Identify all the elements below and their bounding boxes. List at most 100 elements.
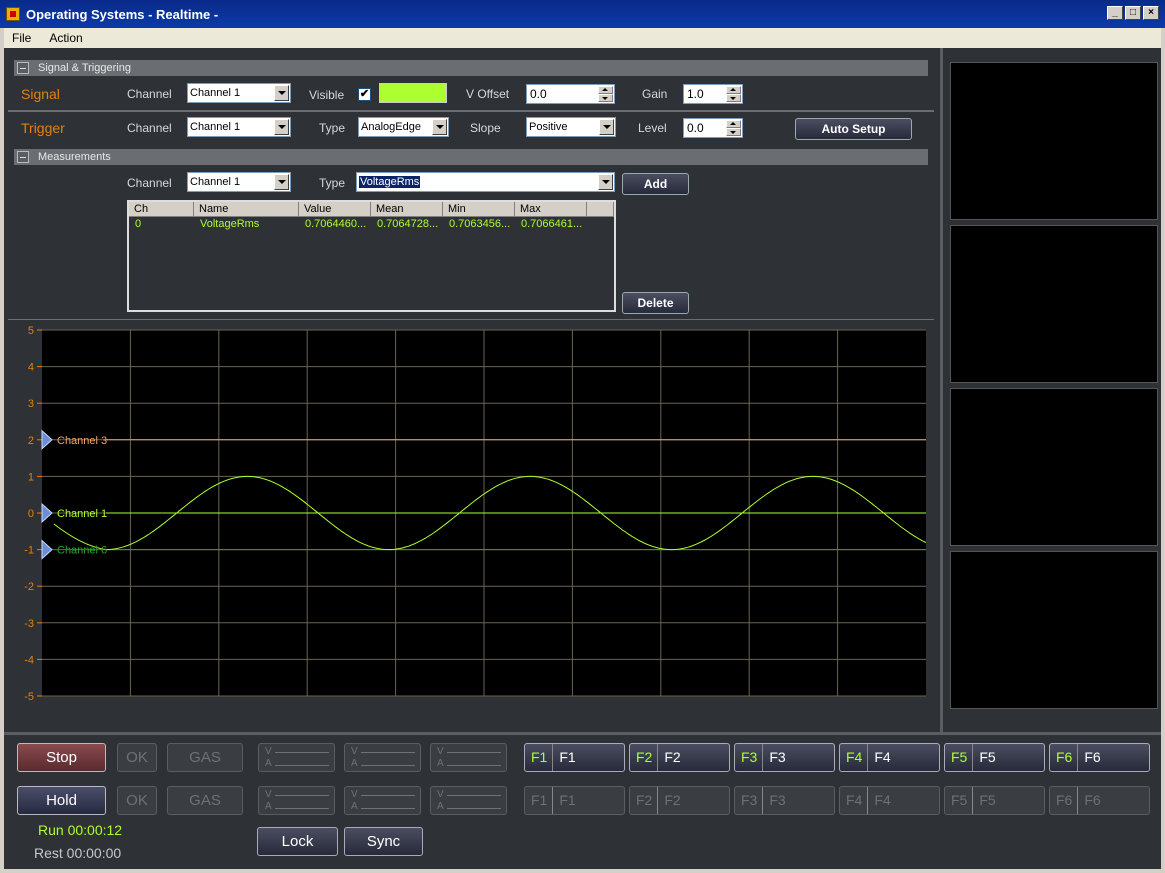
column-header[interactable]: Ch [129,202,194,217]
auto-setup-button[interactable]: Auto Setup [795,118,912,140]
level-label: Level [638,121,667,135]
fkey-f1[interactable]: F1 F1 [524,743,625,772]
column-header[interactable]: Value [299,202,371,217]
spin-down-icon[interactable] [598,94,613,102]
fkey-name: F2 [664,792,681,808]
level-spinner[interactable]: 0.0 [683,118,743,138]
signal-color-swatch[interactable] [379,83,447,103]
fkey-name: F1 [559,792,576,808]
column-header[interactable]: Name [194,202,299,217]
chevron-down-icon[interactable] [274,119,289,135]
column-header-filler [587,202,614,217]
column-header[interactable]: Mean [371,202,443,217]
signal-section-header[interactable]: Signal & Triggering [14,60,928,76]
menu-action[interactable]: Action [49,31,82,45]
chevron-down-icon[interactable] [432,119,447,135]
chevron-down-icon[interactable] [274,174,289,190]
thumbnail-3[interactable] [950,388,1158,546]
spin-up-icon[interactable] [726,120,741,128]
slope-value: Positive [529,121,568,133]
a-label: A [265,758,272,769]
add-measurement-button[interactable]: Add [622,173,689,195]
fkey-f6-secondary[interactable]: F6 F6 [1049,786,1150,815]
thumbnail-panel [940,48,1161,732]
menu-bar: File Action [4,28,1161,48]
ok-button[interactable]: OK [117,743,157,772]
delete-measurement-button[interactable]: Delete [622,292,689,314]
fkey-name: F1 [559,749,576,765]
thumbnail-1[interactable] [950,62,1158,220]
gas-button[interactable]: GAS [167,786,243,815]
thumbnail-4[interactable] [950,551,1158,709]
cell-value: 0.7064460... [305,218,367,230]
title-bar: Operating Systems - Realtime - _ □ × [0,0,1165,28]
gain-spinner[interactable]: 1.0 [683,84,743,104]
fkey-name: F5 [979,792,996,808]
fkey-f3[interactable]: F3 F3 [734,743,835,772]
stop-button[interactable]: Stop [17,743,106,772]
fkey-f5-secondary[interactable]: F5 F5 [944,786,1045,815]
measurements-section-header[interactable]: Measurements [14,149,928,165]
fkey-f2[interactable]: F2 F2 [629,743,730,772]
visible-checkbox[interactable]: ✔ [358,88,371,101]
fkey-f6[interactable]: F6 F6 [1049,743,1150,772]
fkey-key: F4 [846,787,869,814]
meas-channel-select[interactable]: Channel 1 [187,172,291,192]
fkey-f2-secondary[interactable]: F2 F2 [629,786,730,815]
chevron-down-icon[interactable] [599,119,614,135]
a-label: A [351,801,358,812]
measurements-list[interactable]: Ch Name Value Mean Min Max 0 VoltageRms … [127,200,616,312]
chevron-down-icon[interactable] [598,174,613,190]
measurements-section-title: Measurements [38,151,111,163]
v-label: V [265,746,272,757]
collapse-icon[interactable] [17,151,29,163]
column-header[interactable]: Min [443,202,515,217]
y-tick-label: 5 [28,325,34,337]
meas-channel-value: Channel 1 [190,176,241,188]
scope-chart[interactable]: 5 4 3 2 1 0 -1 -2 -3 -4 -5 Channel 3 Channel 1 Channe… [8,322,934,702]
spin-down-icon[interactable] [726,94,741,102]
fkey-f4-secondary[interactable]: F4 F4 [839,786,940,815]
sync-button[interactable]: Sync [344,827,423,856]
fkey-name: F6 [1084,749,1101,765]
trigger-type-select[interactable]: AnalogEdge [358,117,449,137]
ok-button[interactable]: OK [117,786,157,815]
fkey-f3-secondary[interactable]: F3 F3 [734,786,835,815]
gain-value: 1.0 [687,87,704,101]
fkey-f5[interactable]: F5 F5 [944,743,1045,772]
voffset-spinner[interactable]: 0.0 [526,84,615,104]
chevron-down-icon[interactable] [274,85,289,101]
va-meter: VA [430,743,507,772]
list-header: Ch Name Value Mean Min Max [129,202,614,217]
main-panel: Signal & Triggering Signal Channel Chann… [4,48,940,732]
a-label: A [265,801,272,812]
signal-channel-label: Channel [127,87,172,101]
spin-up-icon[interactable] [598,86,613,94]
column-header[interactable]: Max [515,202,587,217]
voffset-label: V Offset [466,87,510,101]
close-button[interactable]: × [1143,6,1159,20]
spin-up-icon[interactable] [726,86,741,94]
spin-down-icon[interactable] [726,128,741,136]
signal-channel-select[interactable]: Channel 1 [187,83,291,103]
collapse-icon[interactable] [17,62,29,74]
v-label: V [437,789,444,800]
trigger-channel-select[interactable]: Channel 1 [187,117,291,137]
slope-select[interactable]: Positive [526,117,616,137]
voffset-value: 0.0 [530,87,547,101]
maximize-button[interactable]: □ [1125,6,1141,20]
lock-button[interactable]: Lock [257,827,338,856]
fkey-f4[interactable]: F4 F4 [839,743,940,772]
meas-channel-label: Channel [127,176,172,190]
fkey-f1-secondary[interactable]: F1 F1 [524,786,625,815]
minimize-button[interactable]: _ [1107,6,1123,20]
meas-type-select[interactable]: VoltageRms [356,172,615,192]
list-item[interactable]: 0 VoltageRms 0.7064460... 0.7064728... 0… [129,217,614,232]
trigger-channel-value: Channel 1 [190,121,241,133]
thumbnail-2[interactable] [950,225,1158,383]
menu-file[interactable]: File [12,31,31,45]
fkey-key: F2 [636,744,659,771]
hold-button[interactable]: Hold [17,786,106,815]
y-tick-label: -3 [24,618,34,630]
gas-button[interactable]: GAS [167,743,243,772]
